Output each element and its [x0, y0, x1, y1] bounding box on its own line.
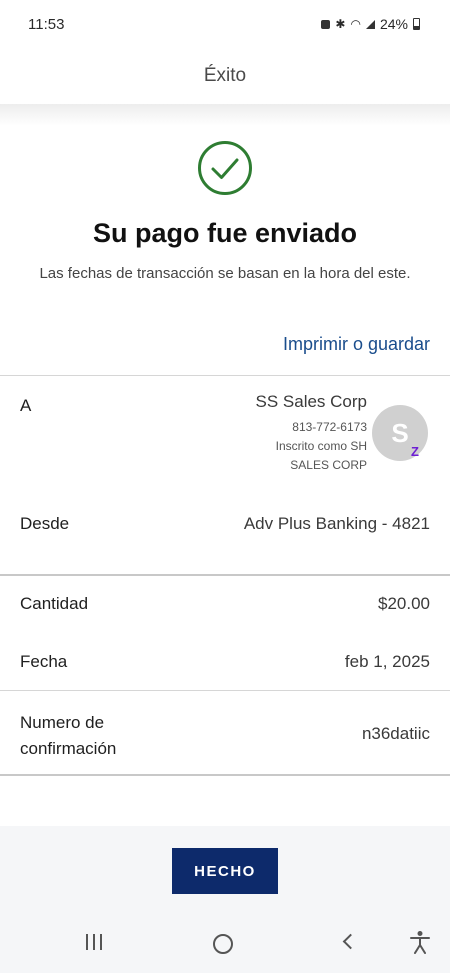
done-button[interactable]: HECHO: [172, 848, 278, 894]
payee-phone: 813-772-6173: [292, 420, 367, 434]
divider: [0, 690, 450, 691]
confirmation-label: Numero de confirmación: [20, 713, 117, 758]
amount-value: $20.00: [378, 594, 430, 613]
accessibility-icon[interactable]: [409, 930, 431, 954]
recent-apps-icon[interactable]: [86, 934, 102, 950]
date-value: feb 1, 2025: [344, 652, 430, 671]
alarm-icon: ✱: [335, 17, 346, 31]
status-bar: 11:53 ✱ ◠ 24%: [0, 0, 450, 48]
avatar: S: [372, 405, 428, 461]
page-title: Éxito: [203, 65, 247, 86]
system-nav-bar: [0, 916, 450, 973]
notification-icon: [321, 19, 331, 29]
confirmation-number: n36datiic: [361, 724, 430, 743]
section-divider: [0, 774, 450, 776]
success-title: Su pago fue enviado: [92, 218, 358, 248]
check-circle-icon: [198, 141, 252, 195]
payee-name: SS Sales Corp: [255, 392, 368, 411]
divider: [0, 375, 450, 376]
signal-icon: [365, 19, 375, 29]
zelle-badge-icon: Z: [411, 444, 419, 459]
from-account: Adv Plus Banking - 4821: [243, 514, 430, 533]
payee-info: SS Sales Corp 813-772-6173 Inscrito como…: [256, 392, 368, 475]
wifi-icon: ◠: [350, 17, 361, 31]
back-icon[interactable]: [342, 933, 359, 950]
date-label: Fecha: [20, 652, 68, 671]
status-icons: ✱ ◠ 24%: [321, 16, 420, 32]
payee-enrolled-name: SALES CORP: [290, 458, 367, 472]
section-divider: [0, 574, 450, 576]
print-or-save-link[interactable]: Imprimir o guardar: [283, 334, 430, 355]
payee-enrolled-as: Inscrito como SH: [275, 439, 367, 453]
amount-label: Cantidad: [20, 594, 89, 613]
header-shadow: [0, 104, 450, 126]
success-subtitle: Las fechas de transacción se basan en la…: [39, 265, 411, 282]
home-icon[interactable]: [213, 934, 233, 954]
from-label: Desde: [20, 514, 70, 533]
battery-percentage: 24%: [379, 16, 408, 32]
battery-icon: [413, 18, 420, 30]
to-label: A: [20, 396, 32, 415]
status-time: 11:53: [28, 15, 65, 33]
